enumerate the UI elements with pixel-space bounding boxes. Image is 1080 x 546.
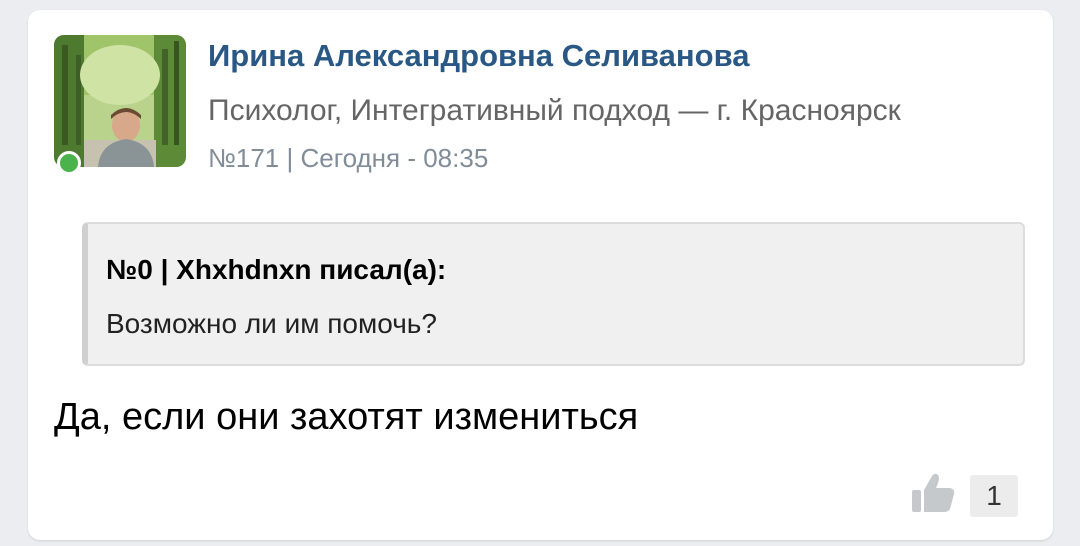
comment-card: Ирина Александровна Селиванова Психолог,… — [28, 10, 1053, 540]
quote-text: Возможно ли им помочь? — [106, 308, 437, 339]
online-indicator — [57, 151, 81, 175]
message-text: Да, если они захотят измениться — [54, 396, 639, 438]
thumbs-up-icon[interactable] — [910, 472, 956, 514]
post-meta: №171 | Сегодня - 08:35 — [208, 143, 489, 173]
author-role: Психолог, Интегративный подход — г. Крас… — [208, 94, 901, 127]
author-name[interactable]: Ирина Александровна Селиванова — [208, 38, 749, 74]
avatar[interactable] — [54, 35, 186, 167]
quote-header: №0 | Xhxhdnxn писал(а): — [106, 254, 447, 285]
like-count[interactable]: 1 — [970, 475, 1018, 517]
avatar-container[interactable] — [54, 35, 186, 175]
quote-block: №0 | Xhxhdnxn писал(а): Возможно ли им п… — [82, 222, 1025, 366]
